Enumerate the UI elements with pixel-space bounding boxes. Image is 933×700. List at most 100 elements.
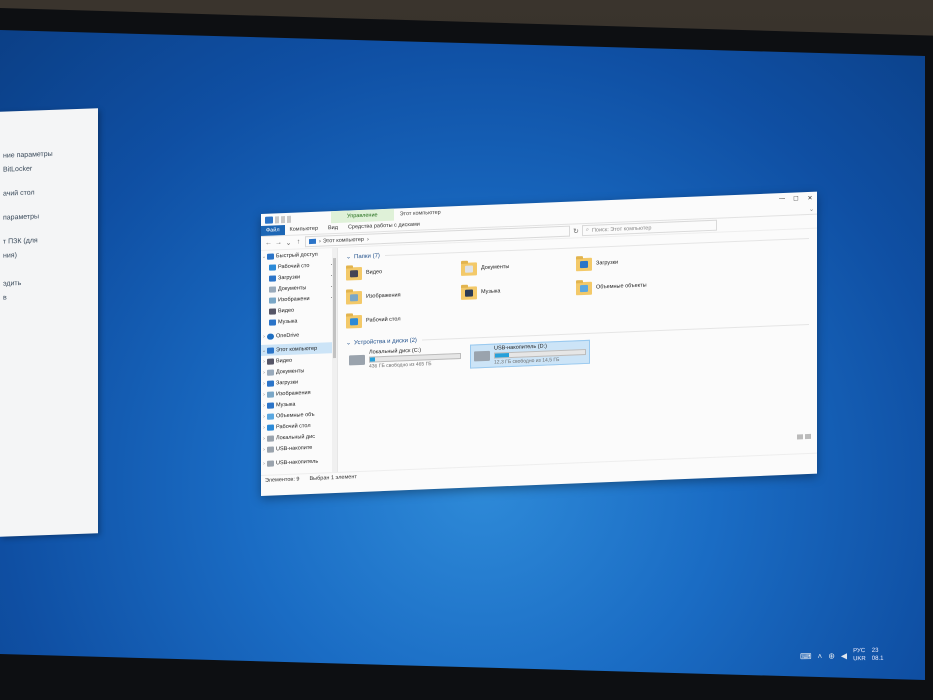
objects-folder-icon xyxy=(576,281,592,295)
download-icon xyxy=(269,274,276,282)
nav-label: Видео xyxy=(278,307,295,314)
usb-drive-icon xyxy=(267,445,274,453)
desktop-icon xyxy=(267,423,274,431)
folder-label: Объемные объекты xyxy=(596,282,647,291)
refresh-icon[interactable]: ↻ xyxy=(573,227,579,235)
nav-label: Быстрый доступ xyxy=(276,251,318,259)
explorer-app-icon xyxy=(265,216,273,224)
network-icon[interactable]: ⊕ xyxy=(828,651,835,660)
search-placeholder: Поиск: Этот компьютер xyxy=(591,224,652,234)
details-view-icon[interactable] xyxy=(797,434,803,440)
folders-grid: Видео Документы Загрузки Изображения Муз… xyxy=(346,245,809,332)
nav-label: Документы xyxy=(278,284,307,292)
tab-view[interactable]: Вид xyxy=(323,223,343,234)
video-icon xyxy=(267,357,274,365)
nav-label: Изображени xyxy=(278,295,310,303)
up-arrow-icon[interactable]: ↑ xyxy=(295,238,302,245)
chevron-up-icon[interactable]: ˄ xyxy=(818,651,823,660)
tab-file[interactable]: Файл xyxy=(261,225,285,236)
clock-time: 23 xyxy=(871,647,879,654)
nav-label: Документы xyxy=(276,367,305,375)
quick-properties-icon[interactable] xyxy=(275,215,279,223)
folder-downloads[interactable]: Загрузки xyxy=(576,250,691,275)
settings-item[interactable]: ачий стол xyxy=(0,184,98,201)
chevron-down-icon[interactable]: ⌄ xyxy=(346,253,351,260)
nav-label: Музыка xyxy=(278,318,298,325)
close-icon[interactable]: ✕ xyxy=(803,194,817,202)
selection-count: Выбран 1 элемент xyxy=(309,474,357,483)
customize-toolbar-icon[interactable] xyxy=(287,215,291,223)
music-icon xyxy=(269,318,276,326)
nav-label: Рабочий сто xyxy=(278,262,310,270)
nav-label: USB-накопите xyxy=(276,444,313,452)
document-icon xyxy=(269,285,276,293)
breadcrumb[interactable]: Этот компьютер xyxy=(323,236,364,244)
folder-label: Видео xyxy=(366,269,383,276)
music-icon xyxy=(267,401,274,409)
taskbar-tray: ⌨ ˄ ⊕ ◀ РУС UKR 23 08.1 xyxy=(800,639,933,671)
drive-d[interactable]: USB-накопитель (D:) 12,3 ГБ свободно из … xyxy=(470,339,590,369)
nav-label: Видео xyxy=(276,357,293,364)
drive-usage-fill xyxy=(495,353,509,358)
drive-c[interactable]: Локальный диск (C:) 436 ГБ свободно из 4… xyxy=(346,345,464,372)
cloud-icon xyxy=(267,332,274,340)
file-explorer-window: Управление Этот компьютер — ☐ ✕ Файл Ком… xyxy=(261,191,817,496)
volume-icon[interactable]: ◀ xyxy=(841,651,847,660)
lang-top: РУС xyxy=(853,648,866,655)
breadcrumb-chevron-icon: › xyxy=(366,236,369,243)
music-folder-icon xyxy=(461,285,477,300)
scrollbar-thumb[interactable] xyxy=(333,257,336,359)
usb-drive-icon xyxy=(267,459,274,467)
settings-item[interactable]: BitLocker xyxy=(0,160,98,177)
cube-icon xyxy=(267,412,274,420)
folder-label: Загрузки xyxy=(596,259,619,267)
new-folder-icon[interactable] xyxy=(281,215,285,223)
nav-label: OneDrive xyxy=(276,331,300,339)
language-indicator[interactable]: РУС UKR xyxy=(853,647,866,663)
folder-label: Музыка xyxy=(481,288,501,296)
images-folder-icon xyxy=(346,290,362,305)
video-folder-icon xyxy=(346,266,362,281)
folder-3d-objects[interactable]: Объемные объекты xyxy=(576,274,691,299)
windows-drive-icon xyxy=(349,354,365,366)
folder-label: Документы xyxy=(481,264,510,272)
documents-folder-icon xyxy=(461,261,477,276)
settings-item[interactable]: параметры xyxy=(0,208,98,225)
back-arrow-icon[interactable]: ← xyxy=(265,240,272,247)
nav-item-music[interactable]: Музыка xyxy=(261,314,337,328)
drive-icon xyxy=(267,434,274,442)
settings-window: ние параметры BitLocker ачий стол параме… xyxy=(0,108,98,537)
group-title: Устройства и диски (2) xyxy=(354,337,417,346)
lang-bottom: UKR xyxy=(853,656,866,663)
maximize-icon[interactable]: ☐ xyxy=(789,195,803,203)
recent-chevron-icon[interactable]: ⌄ xyxy=(285,238,292,246)
chevron-down-icon[interactable]: ⌄ xyxy=(346,339,351,346)
folder-label: Изображения xyxy=(366,292,401,300)
window-title: Этот компьютер xyxy=(399,209,441,218)
nav-item-usb[interactable]: › USB-накопитель xyxy=(261,455,337,469)
nav-item-onedrive[interactable]: › OneDrive xyxy=(261,328,337,342)
folder-video[interactable]: Видео xyxy=(346,259,461,284)
keyboard-icon[interactable]: ⌨ xyxy=(800,651,812,660)
nav-scrollbar[interactable] xyxy=(332,247,337,473)
nav-item-pc-usb[interactable]: › USB-накопите xyxy=(261,441,337,455)
item-count: Элементов: 9 xyxy=(265,476,300,484)
nav-label: Музыка xyxy=(276,401,296,408)
view-toggle xyxy=(797,433,811,440)
tab-computer[interactable]: Компьютер xyxy=(285,224,323,236)
folder-documents[interactable]: Документы xyxy=(461,254,576,279)
computer-icon xyxy=(309,238,316,245)
folder-music[interactable]: Музыка xyxy=(461,278,576,303)
minimize-icon[interactable]: — xyxy=(775,195,789,203)
chevron-down-icon[interactable]: ⌄ xyxy=(809,205,817,212)
video-icon xyxy=(269,307,276,315)
navigation-pane: ⌄Быстрый доступ Рабочий сто✢ Загрузки✢ Д… xyxy=(261,247,338,475)
large-icons-view-icon[interactable] xyxy=(805,433,811,440)
nav-label: Загрузки xyxy=(276,379,299,386)
settings-item[interactable]: ния) xyxy=(0,246,98,263)
document-icon xyxy=(267,368,274,376)
folder-desktop[interactable]: Рабочий стол xyxy=(346,307,461,332)
forward-arrow-icon[interactable]: → xyxy=(275,239,282,246)
clock[interactable]: 23 08.1 xyxy=(872,647,884,663)
folder-images[interactable]: Изображения xyxy=(346,283,461,308)
